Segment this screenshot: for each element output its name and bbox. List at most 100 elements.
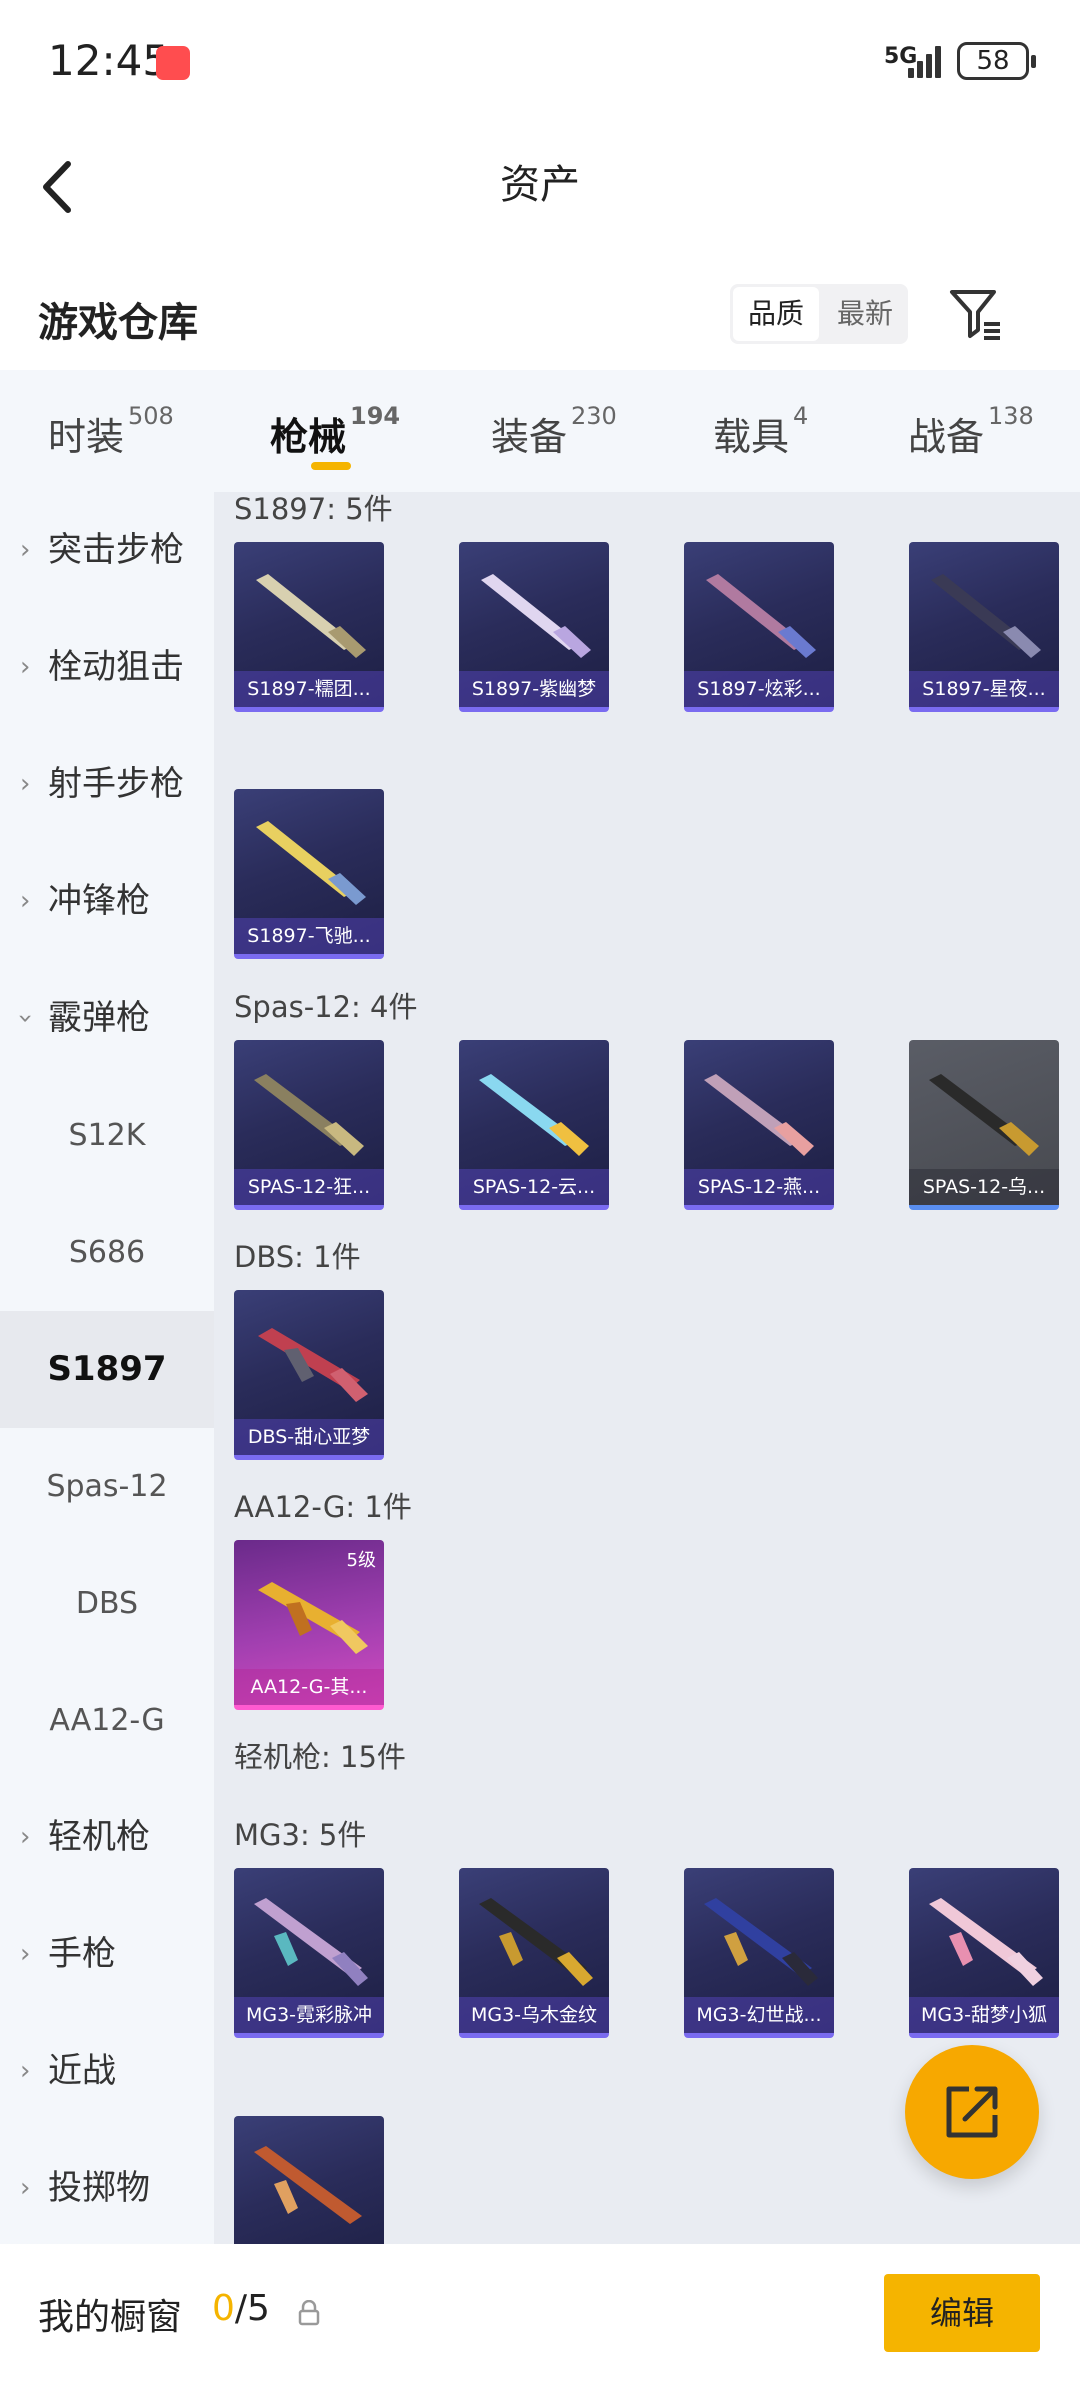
sidebar-item-label: 手枪 [48,1934,116,1974]
item-card[interactable]: S1897-飞驰... [234,789,384,959]
item-name: SPAS-12-云... [459,1169,609,1205]
sidebar-item-assault-rifle[interactable]: › 突击步枪 [0,492,214,609]
sidebar-item-label: 突击步枪 [48,530,184,570]
item-card[interactable] [234,2116,384,2244]
sidebar-item-bolt-sniper[interactable]: › 栓动狙击 [0,609,214,726]
tab-equipment[interactable]: 装备 230 [491,402,617,461]
share-icon [946,2086,998,2138]
status-time: 12:45 [48,36,170,85]
section-title: DBS: 1件 [234,1240,361,1274]
shotgun-icon [258,1582,368,1654]
active-tab-indicator [311,462,351,470]
sidebar-item-marksman-rifle[interactable]: › 射手步枪 [0,726,214,843]
shotgun-icon [256,574,366,658]
section-title: Spas-12: 4件 [234,990,418,1024]
section-title: AA12-G: 1件 [234,1490,412,1524]
sidebar-item-lmg[interactable]: › 轻机枪 [0,1779,214,1896]
sidebar-item-pistol[interactable]: › 手枪 [0,1896,214,2013]
item-card[interactable]: 5级 AA12-G-其... [234,1540,384,1710]
sidebar-subitem-s12k[interactable]: S12K [0,1077,214,1194]
sidebar-subitem-s686[interactable]: S686 [0,1194,214,1311]
chevron-right-icon: › [20,1822,31,1852]
shotgun-icon [929,1074,1039,1156]
item-card[interactable]: S1897-炫彩... [684,542,834,712]
sidebar-item-label: 射手步枪 [48,764,184,804]
item-name: S1897-炫彩... [684,671,834,707]
tab-count: 230 [571,402,617,430]
tab-fashion[interactable]: 时装 508 [48,402,174,461]
sort-newest-button[interactable]: 最新 [822,284,908,344]
chevron-right-icon: › [20,652,31,682]
sidebar-subitem-dbs[interactable]: DBS [0,1545,214,1662]
sidebar-subitem-spas12[interactable]: Spas-12 [0,1428,214,1545]
tab-label: 枪械 [270,415,347,459]
machine-gun-icon [254,2146,362,2224]
item-card[interactable]: S1897-星夜... [909,542,1059,712]
chevron-right-icon: › [20,2173,31,2203]
sidebar-item-melee[interactable]: › 近战 [0,2013,214,2130]
item-card[interactable]: SPAS-12-乌... [909,1040,1059,1210]
item-name: MG3-乌木金纹 [459,1997,609,2033]
sidebar-subitem-aa12g[interactable]: AA12-G [0,1662,214,1779]
machine-gun-icon [479,1898,593,1986]
tab-firearms[interactable]: 枪械 194 [270,402,400,461]
showcase-count-current: 0 [212,2288,235,2329]
chevron-right-icon: › [20,886,31,916]
tab-count: 508 [128,402,174,430]
tab-label: 时装 [48,415,125,459]
item-card[interactable]: SPAS-12-云... [459,1040,609,1210]
tab-label: 载具 [713,415,790,459]
item-name: MG3-幻世战... [684,1997,834,2033]
tab-count: 194 [350,402,401,430]
machine-gun-icon [254,1898,368,1986]
item-name: S1897-糯团... [234,671,384,707]
filter-icon[interactable] [948,286,1002,342]
tab-count: 4 [793,402,809,430]
tab-label: 战备 [908,415,985,459]
shotgun-icon [256,821,366,905]
item-name: S1897-飞驰... [234,918,384,954]
item-card[interactable]: MG3-甜梦小狐 [909,1868,1059,2038]
sidebar-subitem-s1897[interactable]: S1897 [0,1311,214,1428]
machine-gun-icon [704,1898,818,1986]
item-name: MG3-霓彩脉冲 [234,1997,384,2033]
chevron-right-icon: › [20,2056,31,2086]
chevron-right-icon: › [20,769,31,799]
sidebar-item-smg[interactable]: › 冲锋枪 [0,843,214,960]
battery-level: 58 [976,46,1010,76]
item-card[interactable]: S1897-糯团... [234,542,384,712]
lock-icon [298,2299,320,2326]
signal-icon [908,42,948,78]
shotgun-icon [254,1074,364,1156]
item-name: SPAS-12-乌... [909,1169,1059,1205]
tab-supplies[interactable]: 战备 138 [908,402,1034,461]
sidebar-item-throwable[interactable]: › 投掷物 [0,2130,214,2247]
tab-count: 138 [988,402,1034,430]
machine-gun-icon [929,1898,1043,1986]
warehouse-header: 游戏仓库 品质 最新 [0,250,1080,370]
weapon-type-sidebar: › 突击步枪 › 栓动狙击 › 射手步枪 › 冲锋枪 › 霰弹枪 S12K S686 S1… [0,492,214,2244]
sidebar-item-label: 轻机枪 [48,1817,150,1857]
item-card[interactable]: SPAS-12-狂... [234,1040,384,1210]
sort-toggle: 品质 最新 [730,284,908,344]
tab-vehicles[interactable]: 载具 4 [713,402,808,461]
item-card[interactable]: DBS-甜心亚梦 [234,1290,384,1460]
item-card[interactable]: SPAS-12-燕... [684,1040,834,1210]
item-card[interactable]: MG3-霓彩脉冲 [234,1868,384,2038]
shotgun-icon [704,1074,814,1156]
section-title: S1897: 5件 [234,492,393,526]
sort-quality-button[interactable]: 品质 [733,287,819,341]
sidebar-item-label: 冲锋枪 [48,881,150,921]
shotgun-icon [931,574,1041,658]
shotgun-icon [479,1074,589,1156]
item-card[interactable]: MG3-乌木金纹 [459,1868,609,2038]
nav-bar: 资产 [0,130,1080,250]
item-card[interactable]: MG3-幻世战... [684,1868,834,2038]
item-card[interactable]: S1897-紫幽梦 [459,542,609,712]
item-name: SPAS-12-燕... [684,1169,834,1205]
item-grid: S1897: 5件 S1897-糯团... S1897-紫幽梦 S1897-炫彩… [214,492,1080,2244]
sidebar-item-shotgun[interactable]: › 霰弹枪 [0,960,214,1077]
sidebar-item-label: 栓动狙击 [48,647,184,687]
share-button[interactable] [905,2045,1039,2179]
edit-button[interactable]: 编辑 [884,2274,1040,2352]
